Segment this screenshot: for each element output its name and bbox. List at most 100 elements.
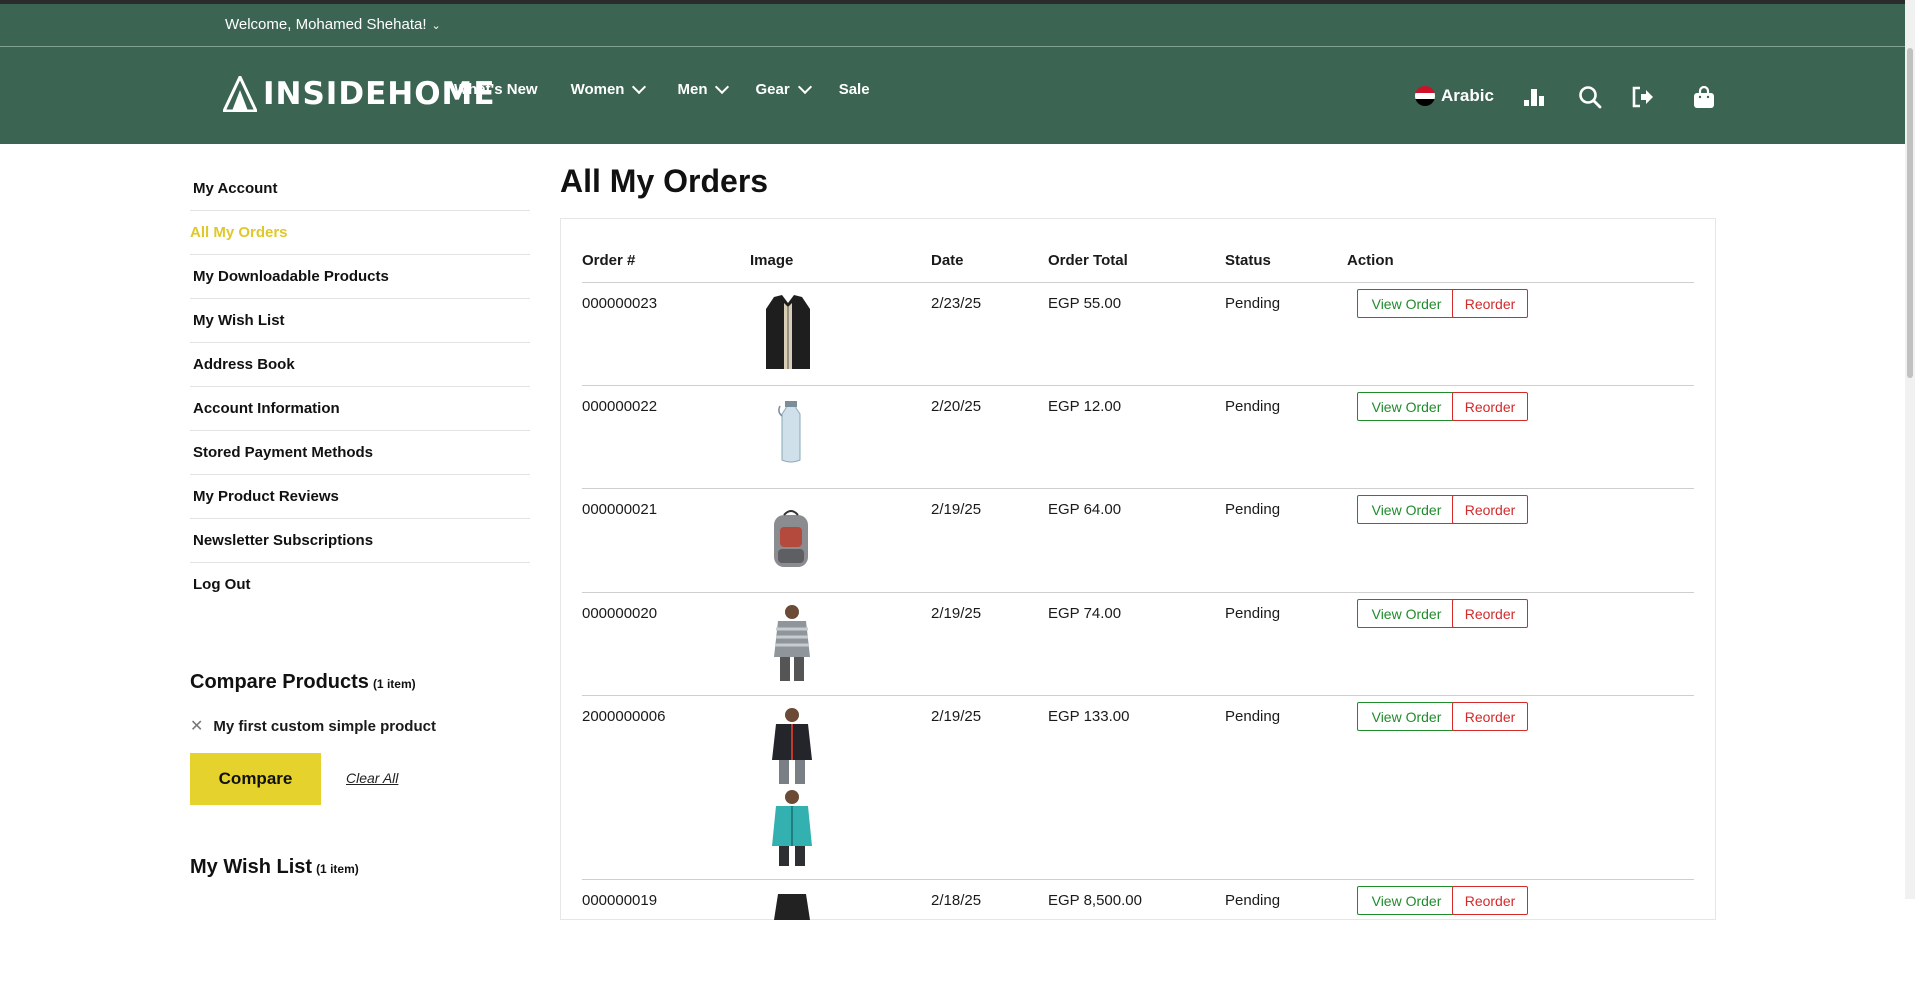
nav-label: Gear [755, 81, 790, 98]
table-row: 2000000006 2/19/25 EGP 133.00 Pending Vi… [582, 696, 1694, 880]
order-total: EGP 12.00 [1048, 398, 1122, 415]
column-header-status: Status [1225, 252, 1271, 269]
table-header: Order # Image Date Order Total Status Ac… [582, 219, 1694, 283]
sidebar-item-all-my-orders[interactable]: All My Orders [190, 211, 530, 255]
backpack-image[interactable] [768, 509, 814, 573]
view-order-button[interactable]: View Order [1357, 289, 1456, 318]
order-date: 2/23/25 [931, 295, 982, 312]
nav-sale[interactable]: Sale [839, 81, 870, 98]
dark-item-image[interactable] [772, 890, 812, 924]
page-scrollbar[interactable] [1905, 0, 1915, 899]
order-date: 2/19/25 [931, 501, 982, 518]
sidebar-item-label: My Product Reviews [193, 488, 339, 505]
vest-image[interactable] [760, 293, 816, 377]
striped-hoodie-image[interactable] [770, 603, 814, 687]
view-order-button[interactable]: View Order [1357, 599, 1456, 628]
chevron-down-icon [632, 79, 647, 94]
sidebar-item-label: Address Book [193, 356, 295, 373]
sidebar-item-downloadable-products[interactable]: My Downloadable Products [190, 255, 530, 299]
order-number: 2000000006 [582, 708, 666, 725]
nav-women[interactable]: Women [570, 79, 647, 98]
table-row: 000000019 2/18/25 EGP 8,500.00 Pending V… [582, 880, 1694, 982]
sidebar-item-label: Account Information [193, 400, 340, 417]
column-header-total: Order Total [1048, 252, 1128, 269]
black-jacket-image[interactable] [768, 706, 816, 790]
order-total: EGP 74.00 [1048, 605, 1122, 622]
order-date: 2/20/25 [931, 398, 982, 415]
reorder-button[interactable]: Reorder [1452, 289, 1528, 318]
remove-icon[interactable]: ✕ [190, 716, 203, 736]
view-order-button[interactable]: View Order [1357, 702, 1456, 731]
order-status: Pending [1225, 708, 1281, 725]
order-number: 000000020 [582, 605, 658, 622]
nav-whats-new[interactable]: What's New [454, 81, 538, 98]
sidebar-item-stored-payment-methods[interactable]: Stored Payment Methods [190, 431, 530, 475]
teal-hoodie-image[interactable] [768, 788, 816, 872]
sidebar-item-log-out[interactable]: Log Out [190, 563, 530, 606]
clear-all-link[interactable]: Clear All [346, 770, 398, 786]
sidebar-item-label: My Downloadable Products [193, 268, 389, 285]
cart-icon[interactable] [1690, 83, 1718, 111]
compare-products-title: Compare Products (1 item) [190, 671, 416, 694]
nav-gear[interactable]: Gear [755, 79, 812, 98]
order-total: EGP 64.00 [1048, 501, 1122, 518]
table-row: 000000020 2/19/25 EGP 74.00 Pending View… [582, 593, 1694, 696]
order-date: 2/18/25 [931, 892, 982, 909]
orders-table: Order # Image Date Order Total Status Ac… [560, 218, 1716, 920]
compare-item-name[interactable]: My first custom simple product [213, 718, 436, 735]
sidebar-item-my-account[interactable]: My Account [190, 167, 530, 211]
order-date: 2/19/25 [931, 605, 982, 622]
reorder-button[interactable]: Reorder [1452, 599, 1528, 628]
welcome-menu[interactable]: Welcome, Mohamed Shehata! ⌄ [225, 16, 441, 33]
view-order-button[interactable]: View Order [1357, 392, 1456, 421]
sidebar-item-product-reviews[interactable]: My Product Reviews [190, 475, 530, 519]
nav-label: Men [677, 81, 708, 98]
chart-icon[interactable] [1520, 83, 1548, 111]
language-switcher[interactable]: Arabic [1415, 86, 1494, 106]
table-row: 000000022 2/20/25 EGP 12.00 Pending View… [582, 386, 1694, 489]
column-header-date: Date [931, 252, 964, 269]
order-status: Pending [1225, 892, 1281, 909]
welcome-text: Welcome, Mohamed Shehata! [225, 16, 427, 33]
wish-list-count: (1 item) [316, 862, 359, 876]
view-order-button[interactable]: View Order [1357, 495, 1456, 524]
sidebar-item-label: Log Out [193, 576, 251, 593]
tent-logo-icon [223, 76, 257, 112]
nav-label: Women [570, 81, 625, 98]
chevron-down-icon [715, 79, 730, 94]
water-bottle-image[interactable] [778, 400, 804, 468]
column-header-action: Action [1347, 252, 1394, 269]
sidebar-item-label: All My Orders [190, 224, 288, 241]
order-total: EGP 55.00 [1048, 295, 1122, 312]
view-order-button[interactable]: View Order [1357, 886, 1456, 915]
reorder-button[interactable]: Reorder [1452, 495, 1528, 524]
site-header: INSIDEHOME What's New Women Men Gear Sal… [0, 47, 1905, 144]
sidebar-item-label: My Wish List [193, 312, 285, 329]
wish-list-title: My Wish List (1 item) [190, 856, 359, 879]
compare-count: (1 item) [372, 677, 416, 691]
reorder-button[interactable]: Reorder [1452, 886, 1528, 915]
sidebar-item-label: Stored Payment Methods [193, 444, 374, 461]
nav-label: What's New [454, 81, 538, 98]
order-number: 000000023 [582, 295, 658, 312]
sidebar-item-newsletter-subscriptions[interactable]: Newsletter Subscriptions [190, 519, 530, 563]
compare-title-text: Compare Products [190, 671, 369, 693]
search-icon[interactable] [1576, 83, 1604, 111]
sidebar-item-label: Newsletter Subscriptions [193, 532, 374, 549]
compare-button[interactable]: Compare [190, 753, 321, 805]
wish-list-title-text: My Wish List [190, 856, 313, 878]
order-status: Pending [1225, 398, 1281, 415]
nav-label: Sale [838, 81, 870, 98]
reorder-button[interactable]: Reorder [1452, 392, 1528, 421]
top-bar: Welcome, Mohamed Shehata! ⌄ [0, 4, 1905, 47]
reorder-button[interactable]: Reorder [1452, 702, 1528, 731]
sidebar-item-label: My Account [193, 180, 278, 197]
sidebar-item-address-book[interactable]: Address Book [190, 343, 530, 387]
logout-icon[interactable] [1629, 83, 1657, 111]
nav-men[interactable]: Men [677, 79, 730, 98]
scrollbar-thumb[interactable] [1907, 48, 1913, 378]
sidebar-item-account-information[interactable]: Account Information [190, 387, 530, 431]
sidebar-item-wish-list[interactable]: My Wish List [190, 299, 530, 343]
chevron-down-icon [797, 79, 812, 94]
table-row: 000000023 2/23/25 EGP 55.00 Pending View… [582, 283, 1694, 386]
